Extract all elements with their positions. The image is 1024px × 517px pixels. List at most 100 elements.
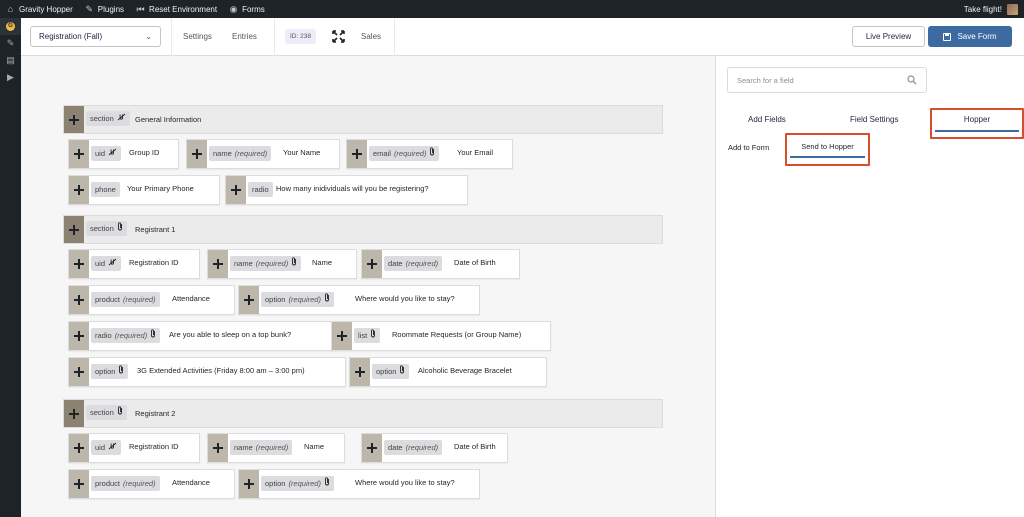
tab-hopper-label: Hopper	[963, 115, 991, 124]
entries-link[interactable]: Entries	[232, 32, 257, 41]
paperclip-icon	[324, 476, 330, 491]
paperclip-icon	[117, 221, 123, 236]
admin-bar-plugins[interactable]: ✎ Plugins	[79, 0, 130, 18]
form-field-radio[interactable]: radio (required) Are you able to sleep on …	[68, 321, 333, 351]
add-field-button[interactable]	[69, 434, 89, 462]
paperclip-icon	[117, 405, 123, 420]
field-label: Attendance	[172, 294, 210, 303]
sales-link[interactable]: Sales	[361, 32, 381, 41]
pin-icon: ✎	[6, 38, 15, 48]
tab-field-settings[interactable]: Field Settings	[850, 115, 898, 124]
admin-bar-account[interactable]: Take flight!	[958, 0, 1024, 18]
form-field-radio[interactable]: radio How many inidividuals will you be r…	[225, 175, 468, 205]
add-field-button[interactable]	[239, 470, 259, 498]
form-field-option[interactable]: option 3G Extended Activities (Friday 8:0…	[68, 357, 346, 387]
plus-icon	[213, 443, 223, 453]
field-label: Are you able to sleep on a top bunk?	[169, 330, 292, 339]
form-field-date[interactable]: date (required) Date of Birth	[361, 433, 508, 463]
add-field-button[interactable]	[69, 250, 89, 278]
field-type-badge: name (required)	[230, 256, 302, 271]
add-field-button[interactable]	[239, 286, 259, 314]
add-field-button[interactable]	[69, 176, 89, 204]
gravity-forms-icon: G	[6, 22, 15, 31]
section-field[interactable]: section General Information	[63, 105, 663, 134]
field-type-label: product	[95, 479, 121, 488]
add-field-button[interactable]	[362, 250, 382, 278]
add-field-button[interactable]	[187, 140, 207, 168]
tab-add-fields[interactable]: Add Fields	[748, 115, 786, 124]
section-field[interactable]: section Registrant 1	[63, 215, 663, 244]
form-field-uid[interactable]: uid Registration ID	[68, 433, 200, 463]
form-editor-toolbar: Registration (Fall) ⌄ Settings Entries I…	[21, 18, 1024, 56]
add-field-button[interactable]	[347, 140, 367, 168]
form-field-phone[interactable]: phone Your Primary Phone	[68, 175, 220, 205]
form-field-name[interactable]: name (required) Name	[207, 433, 345, 463]
admin-bar-site[interactable]: ⌂ Gravity Hopper	[0, 0, 79, 18]
form-field-option[interactable]: option Alcoholic Beverage Bracelet	[349, 357, 547, 387]
add-field-button[interactable]	[332, 322, 352, 350]
chevron-down-icon: ⌄	[145, 32, 152, 41]
add-field-button[interactable]	[69, 140, 89, 168]
plus-icon	[74, 295, 84, 305]
menu-item-media[interactable]: ▶	[0, 69, 21, 86]
field-label: Group ID	[129, 148, 160, 157]
form-switcher[interactable]: Registration (Fall) ⌄	[30, 26, 161, 47]
field-label: Your Name	[283, 148, 321, 157]
form-field-email[interactable]: email (required) Your Email	[346, 139, 513, 169]
admin-bar-reset[interactable]: ⏮ Reset Environment	[130, 0, 223, 18]
form-field-date[interactable]: date (required) Date of Birth	[361, 249, 520, 279]
reset-label: Reset Environment	[149, 4, 218, 14]
field-type-label: radio	[95, 331, 112, 340]
field-type-label: section	[90, 224, 114, 233]
add-field-button[interactable]	[69, 470, 89, 498]
add-field-button[interactable]	[69, 286, 89, 314]
add-field-button[interactable]	[208, 250, 228, 278]
save-form-button[interactable]: Save Form	[928, 26, 1012, 47]
form-field-name[interactable]: name (required) Your Name	[186, 139, 340, 169]
form-field-product[interactable]: product (required) Attendance	[68, 285, 235, 315]
add-field-button[interactable]	[350, 358, 370, 386]
field-search-input[interactable]: Search for a field	[727, 67, 927, 93]
play-icon: ▶	[7, 72, 14, 82]
form-field-uid[interactable]: uid Group ID	[68, 139, 179, 169]
forms-label: Forms	[242, 4, 265, 14]
add-field-button[interactable]	[226, 176, 246, 204]
field-label: Roommate Requests (or Group Name)	[392, 330, 522, 339]
field-type-label: option	[376, 367, 397, 376]
subtab-add-to-form[interactable]: Add to Form	[728, 143, 769, 152]
field-label: Date of Birth	[454, 258, 496, 267]
add-field-button[interactable]	[208, 434, 228, 462]
expand-icon[interactable]	[332, 30, 345, 43]
form-field-uid[interactable]: uid Registration ID	[68, 249, 200, 279]
field-type-label: uid	[95, 149, 106, 158]
field-label: Attendance	[172, 478, 210, 487]
subtab-send-to-hopper[interactable]: Send to Hopper	[785, 133, 870, 166]
tab-hopper[interactable]: Hopper	[930, 108, 1024, 139]
field-label: Your Primary Phone	[127, 184, 194, 193]
menu-item-posts[interactable]: ✎	[0, 35, 21, 52]
section-field[interactable]: section Registrant 2	[63, 399, 663, 428]
field-label: Alcoholic Beverage Bracelet	[418, 366, 512, 375]
add-field-button[interactable]	[69, 322, 89, 350]
menu-item-forms[interactable]: G	[0, 18, 21, 35]
form-field-product[interactable]: product (required) Attendance	[68, 469, 235, 499]
field-label: How many inidividuals will you be regist…	[276, 184, 429, 193]
form-field-option[interactable]: option (required) Where would you like to …	[238, 285, 480, 315]
add-field-button[interactable]	[64, 400, 84, 427]
menu-item-pages[interactable]: ▤	[0, 52, 21, 69]
site-name: Gravity Hopper	[19, 4, 73, 14]
form-field-option[interactable]: option (required) Where would you like to …	[238, 469, 480, 499]
form-field-name[interactable]: name (required) Name	[207, 249, 357, 279]
field-type-badge: option	[372, 364, 410, 379]
save-form-label: Save Form	[957, 32, 997, 41]
add-field-button[interactable]	[362, 434, 382, 462]
add-field-button[interactable]	[64, 216, 84, 243]
add-field-button[interactable]	[69, 358, 89, 386]
form-switcher-value: Registration (Fall)	[39, 32, 103, 41]
settings-link[interactable]: Settings	[183, 32, 212, 41]
add-field-button[interactable]	[64, 106, 84, 133]
admin-bar-forms[interactable]: ◉ Forms	[223, 0, 271, 18]
live-preview-button[interactable]: Live Preview	[852, 26, 925, 47]
field-type-badge: section	[86, 111, 130, 126]
form-field-list[interactable]: list Roommate Requests (or Group Name)	[331, 321, 551, 351]
